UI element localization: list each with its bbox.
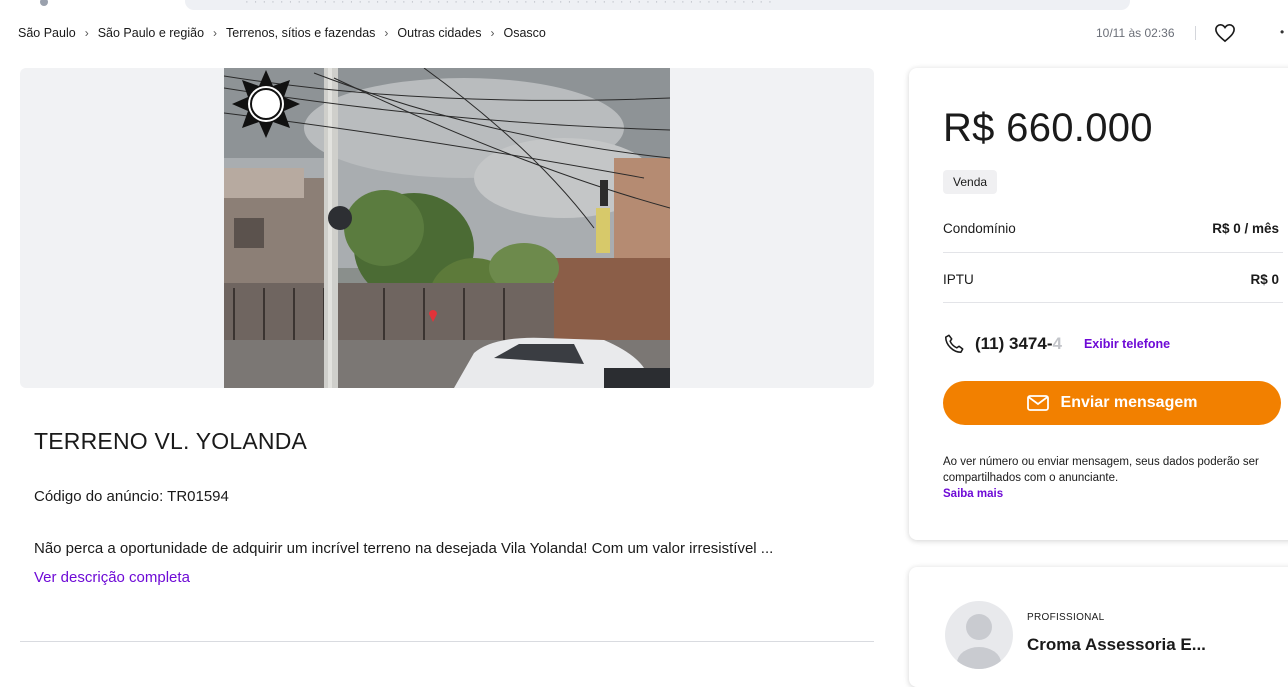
fee-row-condominio: Condomínio R$ 0 / mês <box>943 208 1283 248</box>
phone-icon <box>944 334 964 354</box>
learn-more-link[interactable]: Saiba mais <box>943 488 1003 500</box>
deal-type-badge: Venda <box>943 170 998 194</box>
phone-number-visible: (11) 3474- <box>975 334 1053 353</box>
phone-row: (11) 3474-4 Exibir telefone <box>943 331 1170 357</box>
seller-type: PROFISSIONAL <box>1027 612 1105 623</box>
fee-value: R$ 0 / mês <box>1212 220 1279 236</box>
fee-label: IPTU <box>943 271 974 287</box>
address-bar[interactable]: · · · · · · · · · · · · · · · · · · · · … <box>185 0 1130 10</box>
phone-number: (11) 3474-4 <box>975 334 1062 354</box>
send-message-label: Enviar mensagem <box>1060 394 1198 411</box>
divider <box>943 302 1283 303</box>
heart-icon[interactable] <box>1214 23 1236 43</box>
phone-number-hidden: 4 <box>1052 334 1062 353</box>
listing-code: Código do anúncio: TR01594 <box>34 488 229 505</box>
chevron-right-icon: › <box>213 26 218 40</box>
avatar[interactable] <box>945 601 1013 669</box>
breadcrumb: São Paulo › São Paulo e região › Terreno… <box>18 24 546 42</box>
chevron-right-icon: › <box>84 26 89 40</box>
fee-row-iptu: IPTU R$ 0 <box>943 259 1283 299</box>
price-card: R$ 660.000 Venda Condomínio R$ 0 / mês I… <box>909 68 1288 540</box>
breadcrumb-item[interactable]: São Paulo e região <box>98 26 204 40</box>
breadcrumb-item[interactable]: Osasco <box>504 26 546 40</box>
fee-label: Condomínio <box>943 220 1016 236</box>
listing-title: TERRENO VL. YOLANDA <box>34 428 308 454</box>
chevron-right-icon: › <box>490 26 495 40</box>
listing-date: 10/11 às 02:36 <box>1096 26 1175 40</box>
breadcrumb-item[interactable]: Outras cidades <box>397 26 481 40</box>
seller-name[interactable]: Croma Assessoria E... <box>1027 635 1206 655</box>
privacy-notice: Ao ver número ou enviar mensagem, seus d… <box>943 456 1259 484</box>
chevron-right-icon: › <box>384 26 389 40</box>
image-gallery[interactable] <box>20 68 874 388</box>
seller-card: PROFISSIONAL Croma Assessoria E... <box>909 567 1288 687</box>
browser-toolbar: · · · · · · · · · · · · · · · · · · · · … <box>0 0 1288 14</box>
sun-icon <box>232 70 300 138</box>
listing-photo[interactable] <box>224 68 670 388</box>
show-phone-link[interactable]: Exibir telefone <box>1084 337 1170 351</box>
divider <box>943 252 1283 253</box>
breadcrumb-item[interactable]: Terrenos, sítios e fazendas <box>226 26 375 40</box>
avatar-placeholder-icon <box>957 614 1001 669</box>
price: R$ 660.000 <box>943 106 1153 150</box>
breadcrumb-item[interactable]: São Paulo <box>18 26 76 40</box>
divider <box>1194 26 1196 40</box>
send-message-button[interactable]: Enviar mensagem <box>943 381 1281 425</box>
section-divider <box>20 641 874 642</box>
browser-dot-icon <box>40 0 48 6</box>
address-bar-text: · · · · · · · · · · · · · · · · · · · · … <box>245 0 773 8</box>
listing-meta: 10/11 às 02:36 <box>1096 23 1236 43</box>
listing-description: Não perca a oportunidade de adquirir um … <box>34 540 774 557</box>
fee-value: R$ 0 <box>1250 271 1279 287</box>
view-full-description-link[interactable]: Ver descrição completa <box>34 569 190 586</box>
street-view-photo <box>224 68 670 388</box>
mail-icon <box>1026 395 1049 411</box>
share-icon[interactable]: • <box>1280 25 1288 39</box>
